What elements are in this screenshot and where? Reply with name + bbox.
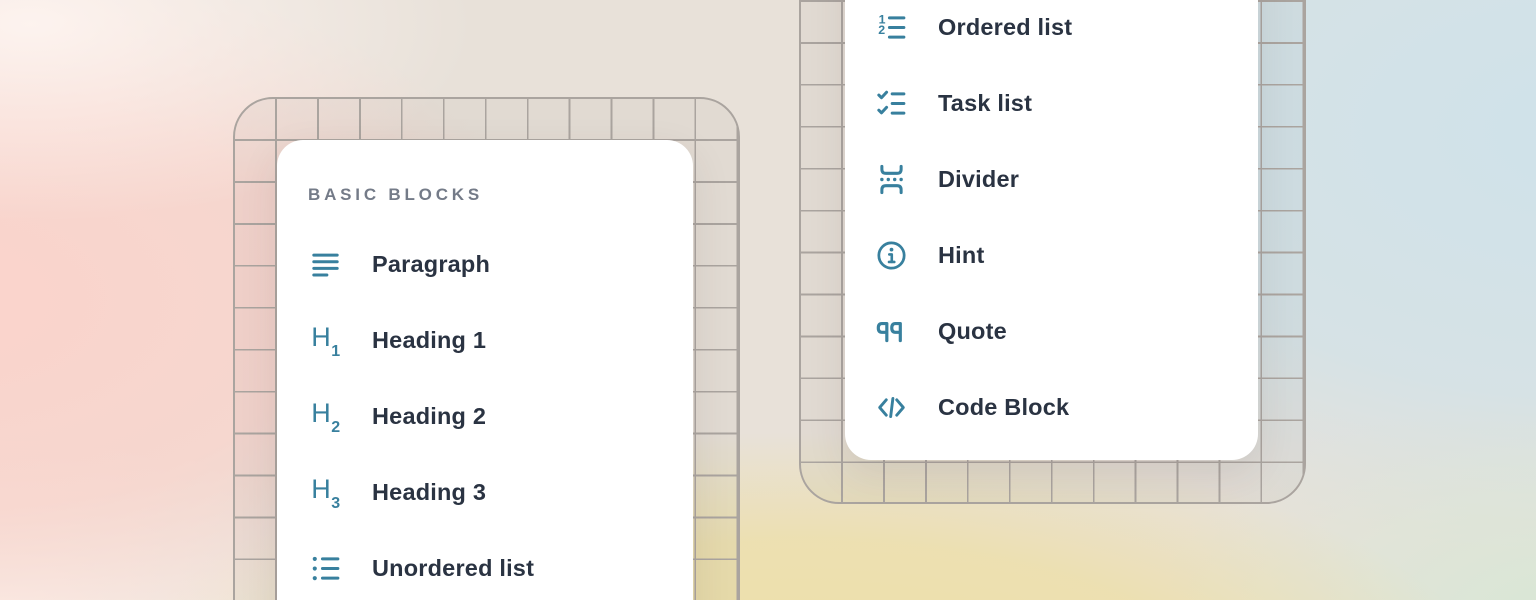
divider-icon xyxy=(874,162,908,196)
menu-item-label: Code Block xyxy=(938,394,1069,421)
advanced-blocks-item-list: 12 Ordered list Task list Divider Hint Quote C… xyxy=(874,8,1258,426)
menu-item-label: Divider xyxy=(938,166,1019,193)
menu-item-label: Unordered list xyxy=(372,555,534,582)
ordered-list-icon: 12 xyxy=(874,10,908,44)
code-block-icon xyxy=(874,390,908,424)
menu-item-code-block[interactable]: Code Block xyxy=(874,388,1258,426)
menu-item-divider[interactable]: Divider xyxy=(874,160,1258,198)
menu-item-heading-2[interactable]: H2 Heading 2 xyxy=(308,397,693,435)
menu-item-label: Heading 3 xyxy=(372,479,486,506)
quote-icon xyxy=(874,314,908,348)
menu-item-paragraph[interactable]: Paragraph xyxy=(308,245,693,283)
menu-item-label: Paragraph xyxy=(372,251,490,278)
hint-icon xyxy=(874,238,908,272)
menu-item-label: Quote xyxy=(938,318,1007,345)
menu-item-label: Heading 2 xyxy=(372,403,486,430)
menu-item-hint[interactable]: Hint xyxy=(874,236,1258,274)
heading-3-icon: H3 xyxy=(308,475,342,509)
menu-item-heading-1[interactable]: H1 Heading 1 xyxy=(308,321,693,359)
menu-item-label: Ordered list xyxy=(938,14,1072,41)
menu-item-label: Hint xyxy=(938,242,984,269)
paragraph-icon xyxy=(308,247,342,281)
basic-blocks-menu: BASIC BLOCKS Paragraph H1 Heading 1 H2 Headi… xyxy=(277,140,693,600)
svg-text:2: 2 xyxy=(878,22,885,36)
hero-background: BASIC BLOCKS Paragraph H1 Heading 1 H2 Headi… xyxy=(0,0,1536,600)
menu-item-label: Heading 1 xyxy=(372,327,486,354)
menu-item-heading-3[interactable]: H3 Heading 3 xyxy=(308,473,693,511)
unordered-list-icon xyxy=(308,551,342,585)
menu-item-quote[interactable]: Quote xyxy=(874,312,1258,350)
task-list-icon xyxy=(874,86,908,120)
menu-item-task-list[interactable]: Task list xyxy=(874,84,1258,122)
advanced-blocks-menu: 12 Ordered list Task list Divider Hint Quote C… xyxy=(845,0,1258,460)
heading-1-icon: H1 xyxy=(308,323,342,357)
basic-blocks-item-list: Paragraph H1 Heading 1 H2 Heading 2 H3 Heading… xyxy=(308,245,693,587)
menu-item-label: Task list xyxy=(938,90,1032,117)
section-label: BASIC BLOCKS xyxy=(308,184,693,206)
menu-item-ordered-list[interactable]: 12 Ordered list xyxy=(874,8,1258,46)
heading-2-icon: H2 xyxy=(308,399,342,433)
menu-item-unordered-list[interactable]: Unordered list xyxy=(308,549,693,587)
